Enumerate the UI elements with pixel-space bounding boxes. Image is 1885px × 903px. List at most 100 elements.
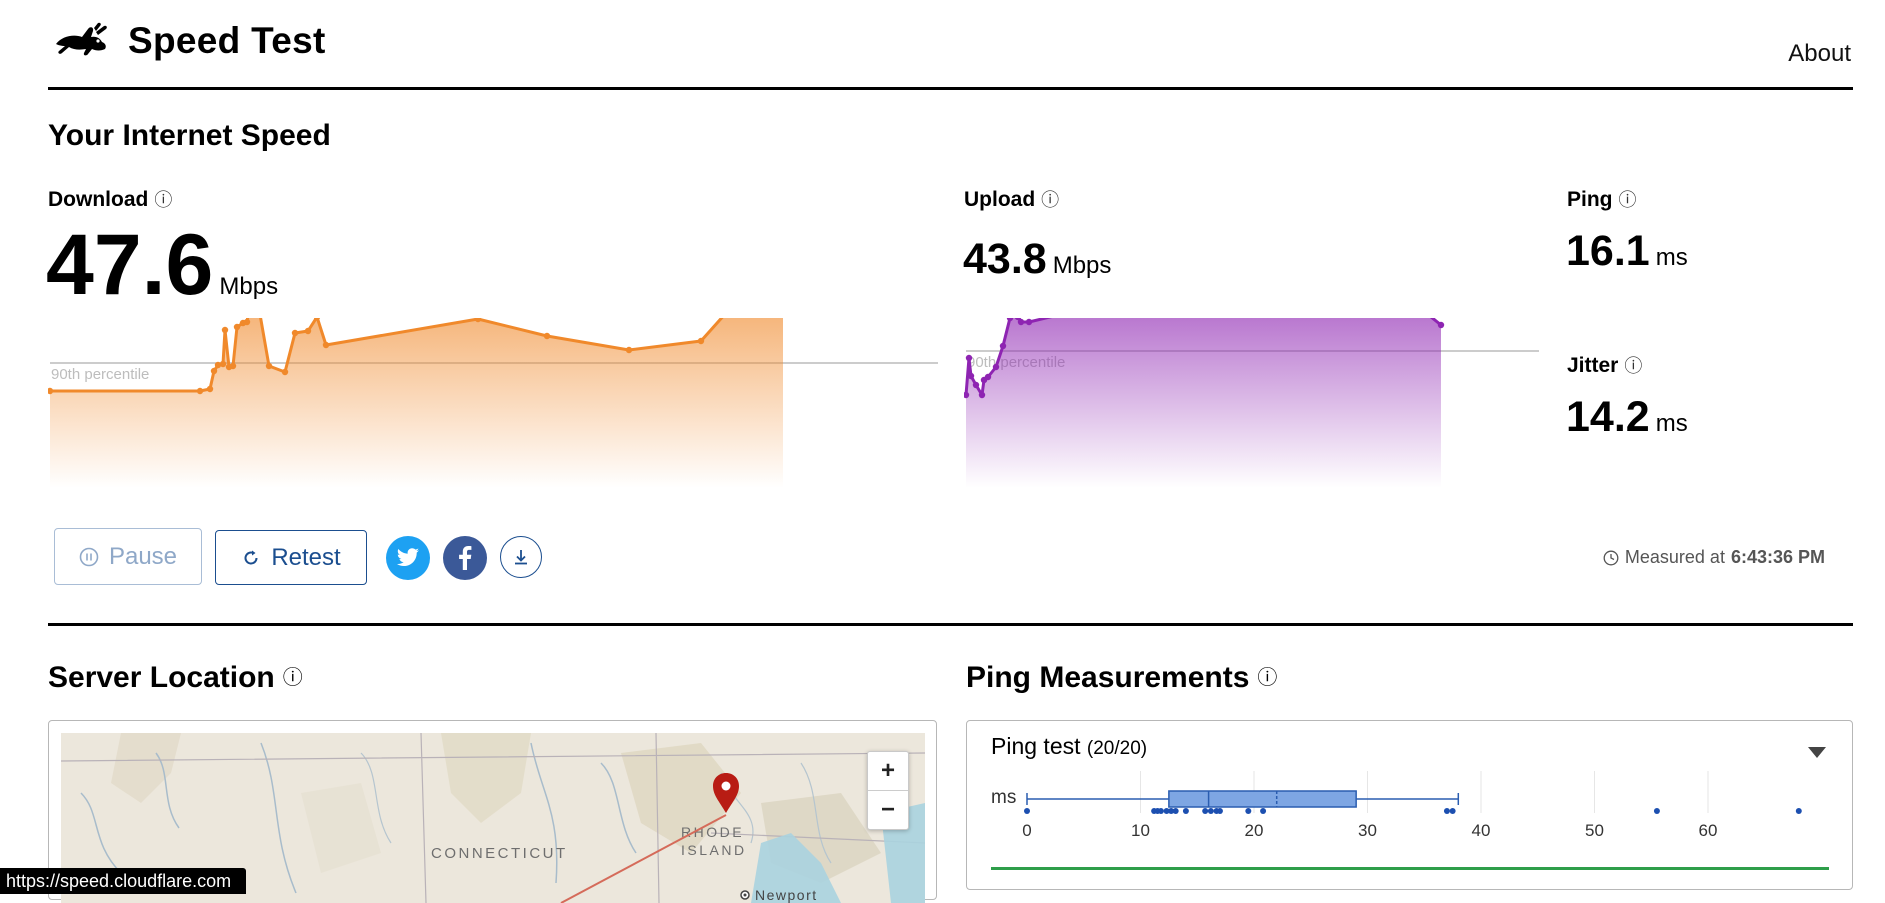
facebook-icon <box>459 546 472 570</box>
app-title: Speed Test <box>128 20 326 61</box>
ping-test-progress <box>991 867 1829 870</box>
ping-test-header[interactable]: Ping test (20/20) <box>991 733 1147 760</box>
download-percentile-label: 90th percentile <box>51 366 149 383</box>
ping-tick-label: 30 <box>1358 821 1377 840</box>
map-label-island: ISLAND <box>681 842 747 858</box>
ping-sample-point <box>1024 808 1030 814</box>
facebook-share-button[interactable] <box>443 536 487 580</box>
pause-button[interactable]: Pause <box>54 528 202 585</box>
download-chart: 90th percentile <box>48 318 938 488</box>
ping-measurements-title-row: Ping Measurements ⓘ <box>966 661 1277 695</box>
ping-value: 16.1 <box>1566 227 1650 275</box>
download-point <box>281 368 289 376</box>
upload-point <box>972 381 980 389</box>
upload-unit: Mbps <box>1052 252 1112 279</box>
twitter-share-button[interactable] <box>386 536 430 580</box>
upload-point <box>999 342 1007 350</box>
ping-tick-label: 50 <box>1585 821 1604 840</box>
download-label-row: Download ⓘ <box>48 186 172 212</box>
download-point <box>697 337 705 345</box>
ping-sample-point <box>1216 808 1223 814</box>
server-location-title-row: Server Location ⓘ <box>48 661 303 695</box>
upload-label: Upload <box>964 188 1036 211</box>
ping-test-count: (20/20) <box>1086 738 1148 759</box>
pause-label: Pause <box>108 542 178 570</box>
info-icon[interactable]: ⓘ <box>154 190 172 210</box>
info-icon[interactable]: ⓘ <box>1624 356 1642 376</box>
zoom-out-button[interactable]: − <box>868 791 908 829</box>
download-point <box>265 362 273 370</box>
jitter-label-row: Jitter ⓘ <box>1567 352 1642 378</box>
retry-icon <box>244 550 258 564</box>
download-point <box>229 362 237 370</box>
ping-sample-point <box>1443 808 1450 814</box>
upload-point <box>992 363 1000 371</box>
measured-prefix: Measured at <box>1624 547 1725 567</box>
ping-unit: ms <box>1655 244 1688 271</box>
download-point <box>206 385 214 393</box>
upload-point <box>978 391 986 399</box>
twitter-icon <box>397 548 419 566</box>
ping-iqr-box <box>1168 790 1357 808</box>
ping-value-row: 16.1 ms <box>1566 230 1688 273</box>
upload-point <box>965 354 973 362</box>
download-point <box>233 323 241 331</box>
download-label: Download <box>48 188 149 211</box>
ping-sample-point <box>1795 808 1802 814</box>
ping-sample-point <box>1653 808 1660 814</box>
upload-point <box>984 373 992 381</box>
map-label-connecticut: CONNECTICUT <box>431 845 568 862</box>
pause-icon <box>79 547 99 566</box>
download-point <box>243 318 251 326</box>
ping-tick-label: 20 <box>1245 821 1264 840</box>
download-point <box>304 327 312 335</box>
download-point <box>291 329 299 337</box>
ping-measurements-title: Ping Measurements <box>966 661 1250 694</box>
info-icon[interactable]: ⓘ <box>1257 667 1277 689</box>
download-unit: Mbps <box>219 273 279 300</box>
ping-sample-point <box>1172 808 1179 814</box>
upload-point <box>967 372 975 380</box>
info-icon[interactable]: ⓘ <box>1041 190 1059 210</box>
download-point <box>543 332 551 340</box>
download-value-row: 47.6 Mbps <box>46 222 278 308</box>
zoom-in-button[interactable]: + <box>868 752 908 791</box>
ping-test-label: Ping test <box>991 733 1081 759</box>
download-value: 47.6 <box>46 217 214 313</box>
chevron-down-icon[interactable] <box>1808 747 1826 759</box>
server-location-title: Server Location <box>48 661 275 694</box>
ping-sample-point <box>1449 808 1456 814</box>
jitter-label: Jitter <box>1567 354 1619 377</box>
upload-point <box>1437 321 1445 329</box>
section-title-speed: Your Internet Speed <box>48 119 331 152</box>
jitter-value: 14.2 <box>1566 393 1650 441</box>
download-results-button[interactable] <box>500 536 542 578</box>
jitter-unit: ms <box>1655 410 1688 437</box>
ping-sample-point <box>1202 808 1209 814</box>
download-point <box>196 387 204 395</box>
retest-button[interactable]: Retest <box>215 530 367 585</box>
ping-tick-label: 0 <box>1022 821 1031 840</box>
download-point <box>210 367 218 375</box>
info-icon[interactable]: ⓘ <box>283 667 303 689</box>
ping-tick-label: 60 <box>1699 821 1718 840</box>
upload-value: 43.8 <box>963 235 1047 283</box>
ping-box <box>1026 790 1460 808</box>
ping-boxplot: 0 10 20 30 40 50 60 <box>1022 771 1802 840</box>
upload-value-row: 43.8 Mbps <box>963 238 1111 281</box>
header-divider <box>48 87 1853 90</box>
ping-test-card: Ping test (20/20) ms 0 10 20 30 40 50 60 <box>966 720 1853 890</box>
jitter-value-row: 14.2 ms <box>1566 396 1688 439</box>
ping-tick-label: 10 <box>1131 821 1150 840</box>
ping-sample-point <box>1207 808 1214 814</box>
map-label-rhode: RHODE <box>681 824 744 840</box>
upload-area <box>966 318 1441 488</box>
ping-tick-labels: 0 10 20 30 40 50 60 <box>1022 821 1717 840</box>
download-point <box>221 326 229 334</box>
download-point <box>219 360 227 368</box>
about-link[interactable]: About <box>1788 40 1851 68</box>
download-point <box>625 346 633 354</box>
info-icon[interactable]: ⓘ <box>1619 190 1637 210</box>
upload-point <box>1025 318 1033 326</box>
measured-at: Measured at 6:43:36 PM <box>1603 547 1825 568</box>
